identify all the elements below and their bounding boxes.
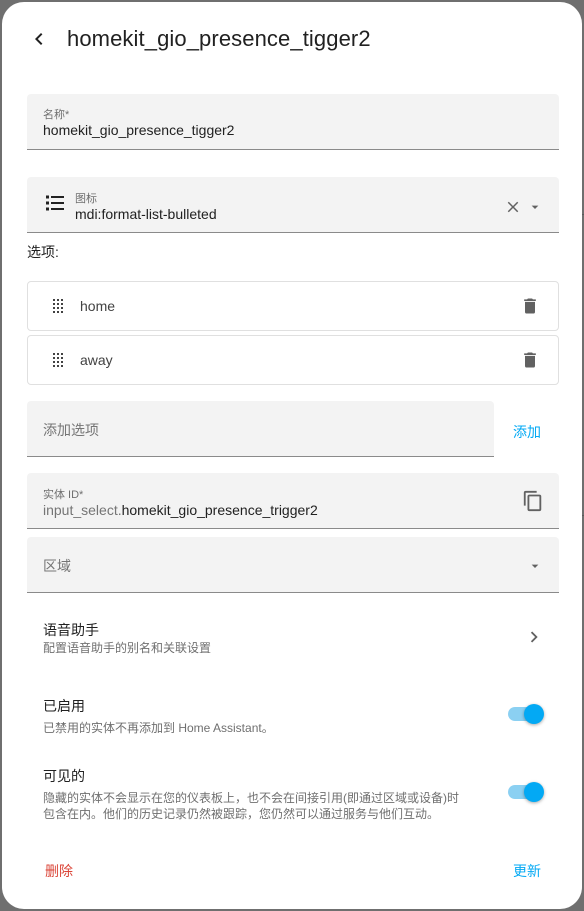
format-list-bulleted-icon bbox=[46, 195, 64, 211]
back-button[interactable] bbox=[24, 24, 54, 54]
name-field-label: 名称* bbox=[43, 109, 70, 121]
entity-id-value: input_select.homekit_gio_presence_trigge… bbox=[43, 502, 318, 518]
visible-subtitle-line1: 隐藏的实体不会显示在您的仪表板上，也不会在间接引用(即通过区域或设备)时 bbox=[43, 791, 459, 805]
entity-id-prefix: input_select. bbox=[43, 502, 122, 518]
entity-id-field[interactable]: 实体 ID* input_select.homekit_gio_presence… bbox=[27, 473, 559, 529]
enabled-title: 已启用 bbox=[43, 698, 85, 714]
dialog-title: homekit_gio_presence_tigger2 bbox=[67, 26, 371, 51]
visible-subtitle-line2: 包含在内。他们的历史记录仍然被跟踪，您仍然可以通过服务与他们互动。 bbox=[43, 807, 440, 821]
chevron-right-icon bbox=[530, 631, 538, 643]
voice-assistant-title: 语音助手 bbox=[43, 622, 99, 638]
icon-field[interactable]: 图标 mdi:format-list-bulleted bbox=[27, 177, 559, 233]
name-field-value: homekit_gio_presence_tigger2 bbox=[43, 122, 235, 138]
delete-option-icon[interactable] bbox=[520, 350, 540, 370]
add-option-placeholder: 添加选项 bbox=[43, 422, 99, 438]
update-button[interactable]: 更新 bbox=[513, 861, 541, 881]
entity-id-label: 实体 ID* bbox=[43, 489, 84, 501]
option-label: home bbox=[80, 298, 116, 314]
name-field[interactable]: 名称* homekit_gio_presence_tigger2 bbox=[27, 94, 559, 150]
options-label: 选项: bbox=[27, 244, 59, 260]
delete-button[interactable]: 删除 bbox=[45, 861, 73, 881]
enabled-subtitle: 已禁用的实体不再添加到 Home Assistant。 bbox=[43, 721, 274, 735]
option-label: away bbox=[80, 352, 113, 368]
add-option-button[interactable]: 添加 bbox=[513, 422, 541, 442]
area-label: 区域 bbox=[43, 558, 71, 574]
enabled-toggle[interactable] bbox=[506, 704, 546, 724]
drag-handle-icon[interactable] bbox=[52, 299, 64, 313]
icon-field-label: 图标 bbox=[75, 193, 97, 205]
visible-toggle[interactable] bbox=[506, 782, 546, 802]
icon-field-value: mdi:format-list-bulleted bbox=[75, 206, 217, 222]
voice-assistant-subtitle: 配置语音助手的别名和关联设置 bbox=[43, 641, 212, 655]
entity-settings-dialog: homekit_gio_presence_tigger2 名称* homekit… bbox=[2, 2, 582, 909]
dropdown-arrow-icon bbox=[531, 564, 539, 568]
option-item: away bbox=[27, 335, 559, 385]
chevron-left-icon bbox=[35, 33, 43, 45]
option-item: home bbox=[27, 281, 559, 331]
dialog-header: homekit_gio_presence_tigger2 bbox=[2, 2, 582, 74]
toggle-knob bbox=[524, 782, 544, 802]
dropdown-arrow-icon[interactable] bbox=[527, 199, 543, 215]
clear-icon[interactable] bbox=[504, 198, 522, 216]
entity-id-text: homekit_gio_presence_trigger2 bbox=[121, 502, 318, 518]
delete-option-icon[interactable] bbox=[520, 296, 540, 316]
add-option-input[interactable]: 添加选项 bbox=[27, 401, 494, 457]
copy-button[interactable] bbox=[522, 490, 544, 517]
visible-title: 可见的 bbox=[43, 768, 85, 784]
voice-assistant-row[interactable] bbox=[27, 610, 559, 666]
drag-handle-icon[interactable] bbox=[52, 353, 64, 367]
copy-icon bbox=[523, 490, 542, 512]
area-select[interactable]: 区域 bbox=[27, 537, 559, 593]
toggle-knob bbox=[524, 704, 544, 724]
